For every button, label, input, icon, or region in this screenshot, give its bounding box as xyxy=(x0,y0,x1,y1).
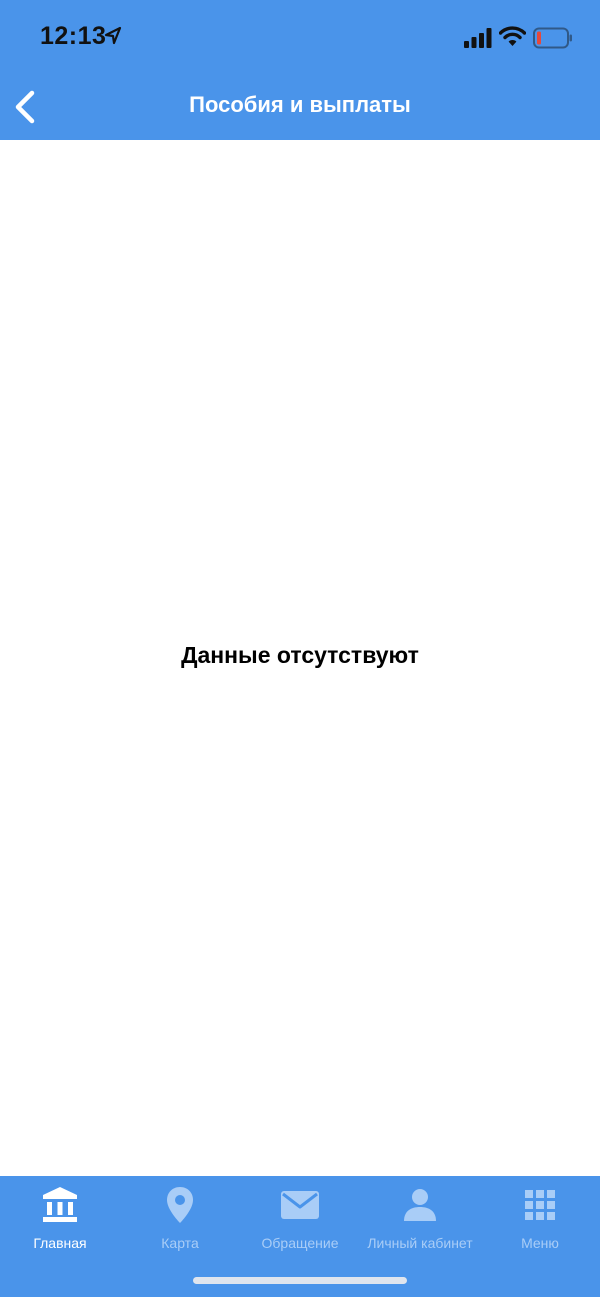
bottom-tab-bar: Главная Карта Обращение Личный кабинет М… xyxy=(0,1176,600,1297)
bank-icon xyxy=(43,1187,77,1222)
tab-label: Личный кабинет xyxy=(367,1235,473,1251)
app-screen: 12:13 Пособия и выплаты Данные отсутству… xyxy=(0,0,600,1297)
location-arrow-icon xyxy=(104,26,122,45)
empty-state-message: Данные отсутствуют xyxy=(181,642,419,668)
cellular-signal-icon xyxy=(464,28,492,48)
tab-personal-account[interactable]: Личный кабинет xyxy=(360,1176,480,1266)
content-area: Данные отсутствуют xyxy=(0,140,600,1176)
top-bar: 12:13 Пособия и выплаты xyxy=(0,0,600,140)
envelope-icon xyxy=(281,1191,319,1219)
map-pin-icon xyxy=(167,1187,193,1223)
tab-menu[interactable]: Меню xyxy=(480,1176,600,1266)
navigation-header: Пособия и выплаты xyxy=(0,76,600,140)
back-button[interactable] xyxy=(8,84,48,130)
tab-label: Обращение xyxy=(261,1235,339,1251)
tab-appeal[interactable]: Обращение xyxy=(240,1176,360,1266)
page-title: Пособия и выплаты xyxy=(189,92,411,117)
status-time: 12:13 xyxy=(40,22,107,50)
tab-label: Меню xyxy=(521,1235,559,1251)
tab-map[interactable]: Карта xyxy=(120,1176,240,1266)
battery-low-icon xyxy=(533,27,572,49)
grid-icon xyxy=(525,1190,555,1220)
tab-home[interactable]: Главная xyxy=(0,1176,120,1266)
wifi-icon xyxy=(499,26,526,46)
tab-label: Карта xyxy=(161,1235,199,1251)
home-indicator[interactable] xyxy=(193,1277,407,1284)
chevron-left-icon xyxy=(15,90,35,124)
status-bar: 12:13 xyxy=(0,0,600,76)
user-icon xyxy=(404,1189,436,1221)
tab-label: Главная xyxy=(33,1235,87,1251)
